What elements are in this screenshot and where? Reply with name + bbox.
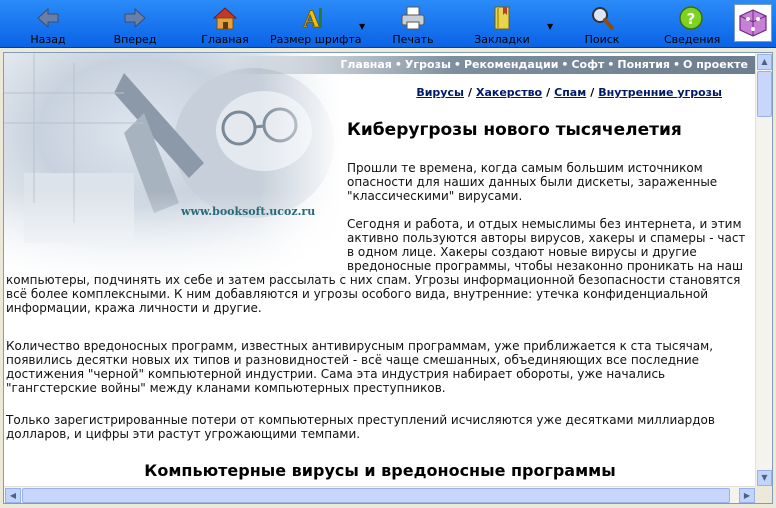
- breadcrumb-spam-link[interactable]: Спам: [554, 86, 586, 99]
- nav-item-recommendations[interactable]: Рекомендации: [464, 58, 558, 71]
- font-size-dropdown-icon[interactable]: ▼: [359, 22, 365, 31]
- paragraph-2-wrapped: Сегодня и работа, и отдых немыслимы без …: [347, 217, 746, 273]
- hero-image: www.booksoft.ucoz.ru: [4, 53, 344, 283]
- nav-item-home[interactable]: Главная: [340, 58, 392, 71]
- paragraph-2-continued: компьютеры, подчинять их себе и затем ра…: [6, 273, 741, 315]
- intro-paragraph: Прошли те времена, когда самым большим и…: [347, 161, 718, 203]
- vertical-scroll-thumb[interactable]: [757, 71, 772, 117]
- font-size-icon: A: [302, 7, 322, 32]
- nav-item-about[interactable]: О проекте: [683, 58, 748, 71]
- print-button[interactable]: Печать: [388, 2, 438, 46]
- cube-logo-icon: [739, 9, 767, 37]
- scroll-right-icon[interactable]: ▶: [739, 488, 755, 503]
- home-button[interactable]: Главная: [200, 2, 250, 46]
- site-url: www.booksoft.ucoz.ru: [181, 205, 316, 218]
- svg-text:A: A: [302, 7, 321, 32]
- section-subtitle: Компьютерные вирусы и вредоносные програ…: [144, 461, 616, 480]
- content-frame: www.booksoft.ucoz.ru Главная • Угрозы • Реко…: [3, 52, 773, 504]
- breadcrumb-viruses-link[interactable]: Вирусы: [416, 86, 464, 99]
- info-button[interactable]: ? Сведения: [664, 2, 720, 46]
- scroll-left-icon[interactable]: ◀: [5, 488, 21, 503]
- breadcrumb-internal-threats-link[interactable]: Внутренние угрозы: [598, 86, 722, 99]
- svg-text:?: ?: [687, 10, 696, 28]
- hacker-portrait-image: [4, 53, 344, 283]
- app-logo: [734, 4, 772, 42]
- nav-item-software[interactable]: Софт: [571, 58, 604, 71]
- toolbar: Назад Вперед Главная A Размер шрифта ▼ П…: [0, 0, 776, 48]
- bookmarks-dropdown-icon[interactable]: ▼: [547, 22, 553, 31]
- scroll-down-icon[interactable]: ▼: [757, 470, 772, 486]
- search-button[interactable]: Поиск: [580, 2, 624, 46]
- nav-item-threats[interactable]: Угрозы: [405, 58, 451, 71]
- font-size-button[interactable]: A Размер шрифта: [270, 2, 362, 46]
- breadcrumb-hacking-link[interactable]: Хакерство: [476, 86, 542, 99]
- bookmarks-button[interactable]: Закладки: [474, 2, 530, 46]
- house-icon: [212, 7, 238, 30]
- top-navigation: Главная • Угрозы • Рекомендации • Софт • Понятия…: [4, 56, 756, 74]
- help-icon: ?: [679, 6, 703, 30]
- horizontal-scrollbar[interactable]: ◀ ▶: [4, 486, 756, 503]
- magnifier-icon: [592, 7, 614, 30]
- back-arrow-icon: [37, 7, 59, 29]
- back-button[interactable]: Назад: [26, 2, 70, 46]
- forward-button[interactable]: Вперед: [110, 2, 160, 46]
- forward-arrow-icon: [124, 7, 146, 29]
- printer-icon: [401, 6, 425, 30]
- vertical-scrollbar[interactable]: ▲ ▼: [755, 53, 772, 487]
- scrollbar-corner: [755, 486, 772, 503]
- paragraph-3: Количество вредоносных программ, известн…: [6, 339, 714, 395]
- nav-item-concepts[interactable]: Понятия: [617, 58, 670, 71]
- breadcrumb: Вирусы / Хакерство / Спам / Внутренние угрозы: [416, 86, 722, 99]
- page-content: www.booksoft.ucoz.ru Главная • Угрозы • Реко…: [4, 53, 756, 487]
- scroll-up-icon[interactable]: ▲: [757, 54, 772, 70]
- page-title: Киберугрозы нового тысячелетия: [347, 120, 682, 140]
- bookmark-book-icon: [494, 6, 510, 30]
- horizontal-scroll-thumb[interactable]: [22, 488, 730, 503]
- paragraph-4: Только зарегистрированные потери от комп…: [6, 413, 715, 441]
